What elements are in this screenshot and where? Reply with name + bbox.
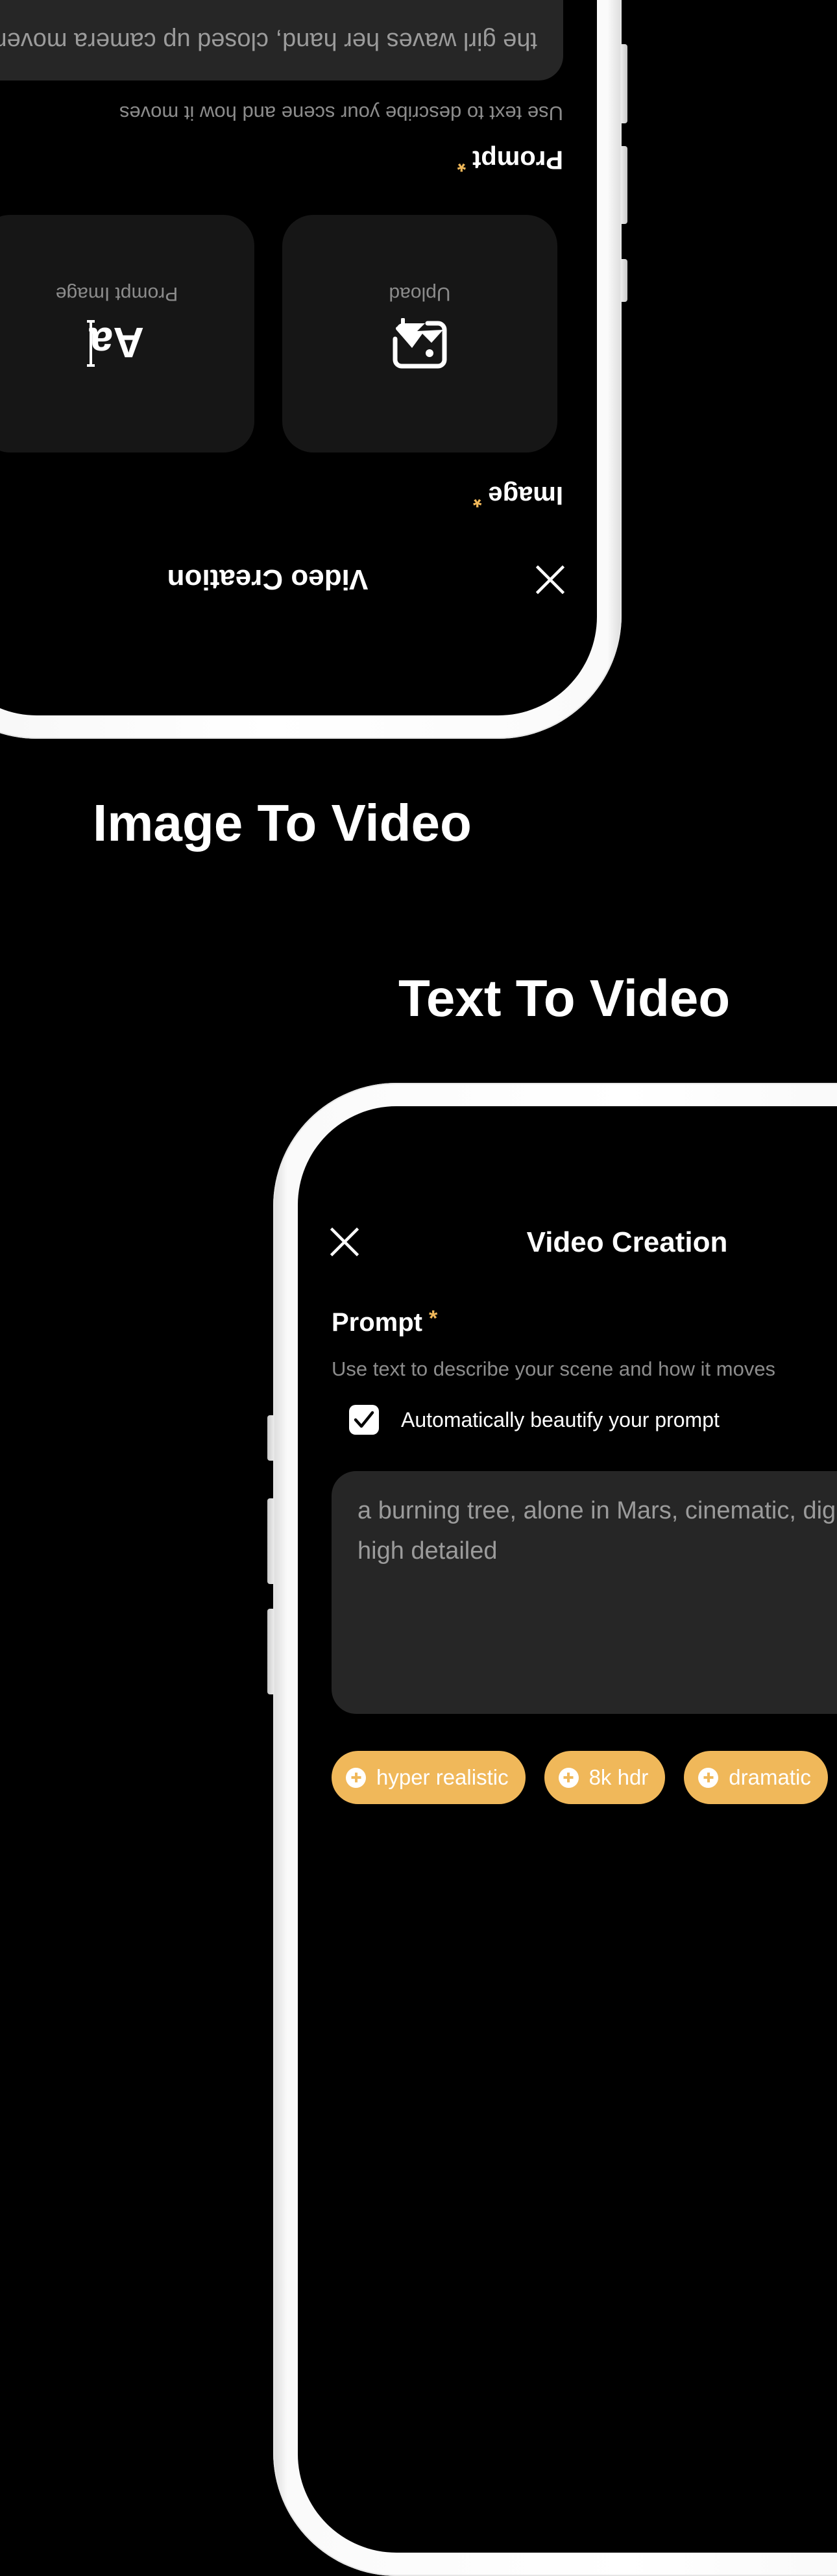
phone-volume-up-button bbox=[267, 1498, 274, 1584]
phone-side-button bbox=[621, 259, 627, 302]
upload-option-label: Upload bbox=[389, 283, 451, 304]
upload-image-option[interactable]: Upload bbox=[282, 215, 557, 452]
image-to-video-screen: Video Creation Image* Upload Aa Prompt I… bbox=[0, 0, 597, 715]
prompt-section-label: Prompt * bbox=[332, 1306, 438, 1337]
prompt-textarea[interactable]: a burning tree, alone in Mars, cinematic… bbox=[332, 1471, 837, 1714]
prompt-image-option-label: Prompt Image bbox=[55, 283, 178, 304]
phone-side-button bbox=[267, 1415, 274, 1461]
plus-circle-icon bbox=[698, 1767, 719, 1788]
image-to-video-heading: Image To Video bbox=[93, 794, 472, 852]
screen-title: Video Creation bbox=[167, 564, 369, 595]
prompt-textarea[interactable]: the girl waves her hand, closed up camer… bbox=[0, 0, 563, 80]
chip-label: 8k hdr bbox=[588, 1765, 649, 1789]
phone-volume-down-button bbox=[621, 44, 627, 123]
required-mark: * bbox=[457, 151, 466, 176]
required-mark: * bbox=[473, 487, 482, 512]
phone-volume-down-button bbox=[267, 1609, 274, 1694]
chip-hyper-realistic[interactable]: hyper realistic bbox=[332, 1751, 526, 1804]
chip-dramatic[interactable]: dramatic bbox=[684, 1751, 828, 1804]
checkmark-icon bbox=[354, 1411, 374, 1428]
prompt-suggestion-chips: hyper realistic 8k hdr dramatic bbox=[332, 1751, 828, 1804]
plus-circle-icon bbox=[558, 1767, 579, 1788]
phone-volume-up-button bbox=[621, 146, 627, 224]
image-section-label: Image* bbox=[473, 480, 563, 512]
plus-circle-icon bbox=[346, 1767, 366, 1788]
image-upload-icon bbox=[389, 312, 451, 375]
prompt-label-text: Prompt bbox=[472, 145, 563, 174]
text-to-video-screen: Video Creation Prompt * Use text to descr… bbox=[298, 1106, 837, 2553]
beautify-prompt-checkbox[interactable] bbox=[349, 1405, 379, 1435]
text-prompt-icon: Aa bbox=[86, 312, 148, 375]
chip-label: hyper realistic bbox=[376, 1765, 509, 1789]
chip-8k-hdr[interactable]: 8k hdr bbox=[544, 1751, 666, 1804]
text-to-video-heading: Text To Video bbox=[398, 969, 731, 1027]
screen-title: Video Creation bbox=[526, 1226, 728, 1258]
prompt-image-option[interactable]: Aa Prompt Image bbox=[0, 215, 254, 452]
image-label-text: Image bbox=[488, 481, 563, 510]
prompt-helper-text: Use text to describe your scene and how … bbox=[119, 102, 563, 125]
image-to-video-phone-mockup: Video Creation Image* Upload Aa Prompt I… bbox=[0, 0, 627, 739]
prompt-helper-text: Use text to describe your scene and how … bbox=[332, 1357, 776, 1380]
svg-text:Aa: Aa bbox=[88, 319, 144, 367]
beautify-prompt-label[interactable]: Automatically beautify your prompt bbox=[401, 1407, 720, 1433]
chip-label: dramatic bbox=[729, 1765, 811, 1789]
text-to-video-phone-mockup: Video Creation Prompt * Use text to descr… bbox=[267, 1083, 837, 2576]
prompt-label-text: Prompt bbox=[332, 1308, 422, 1337]
required-mark: * bbox=[429, 1306, 438, 1331]
prompt-section-label: Prompt* bbox=[457, 145, 563, 176]
